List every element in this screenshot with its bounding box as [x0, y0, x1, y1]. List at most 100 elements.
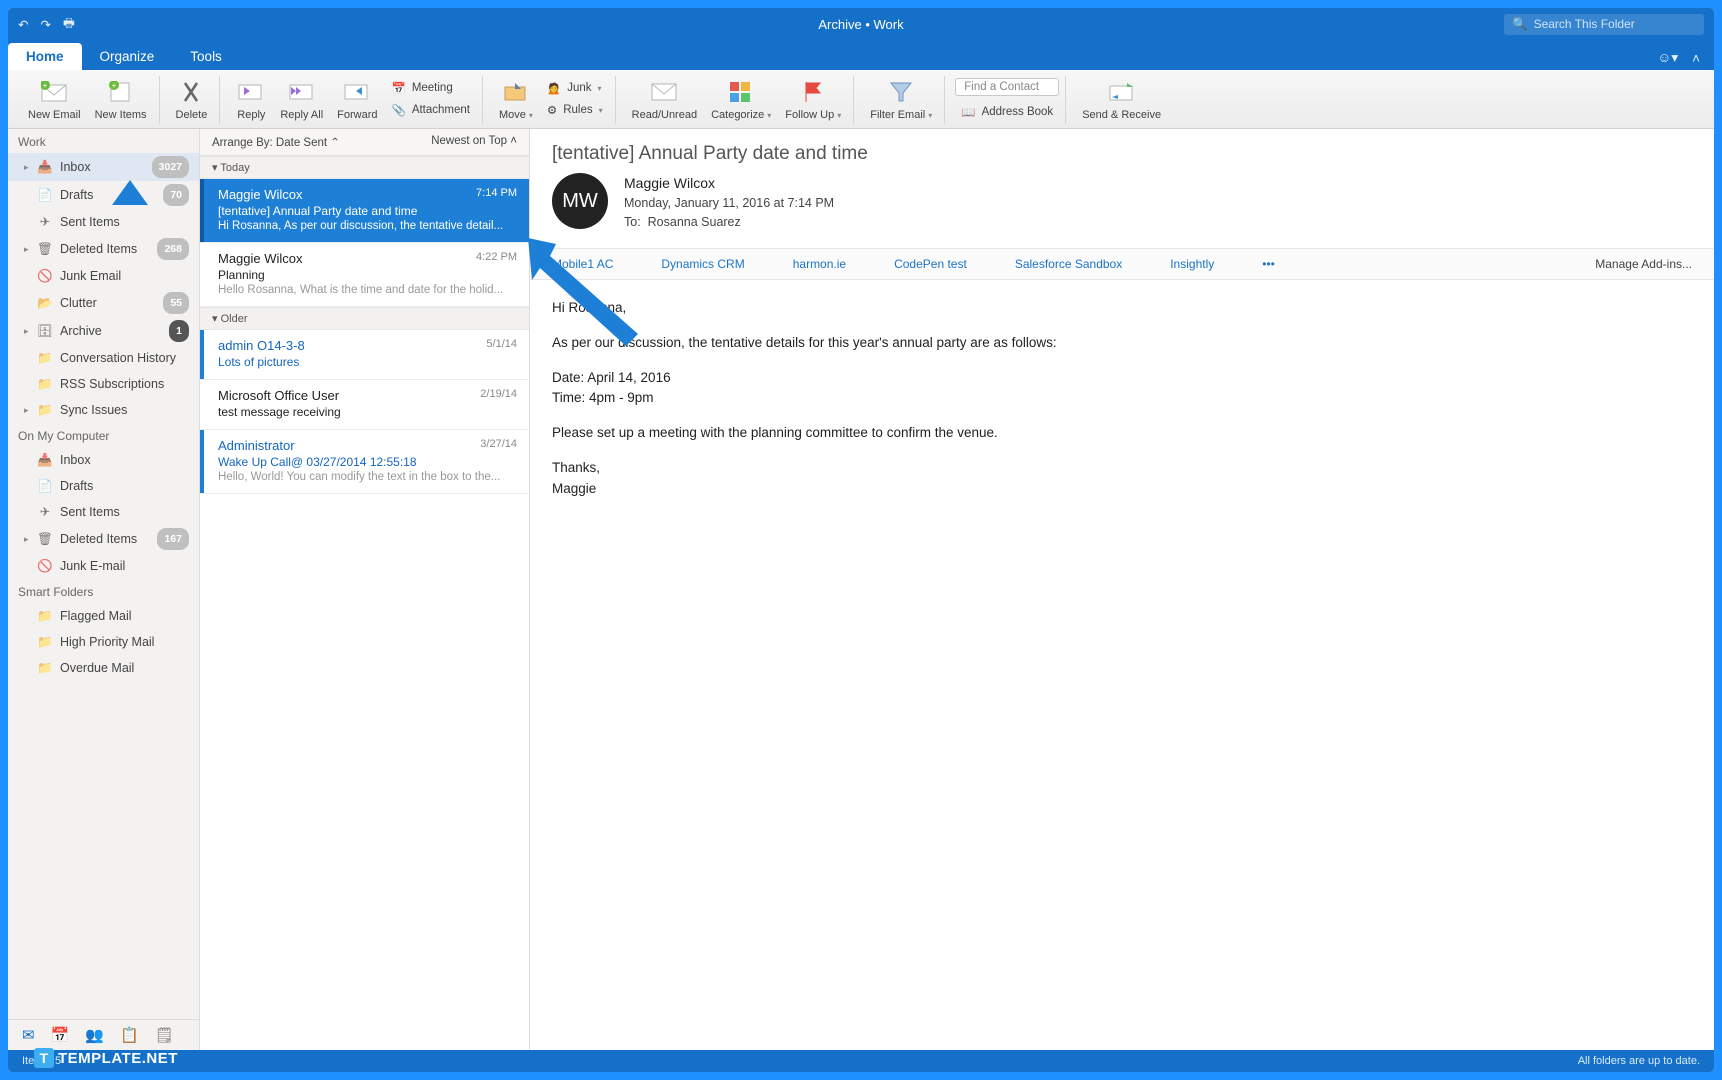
chevron-right-icon[interactable]: ▸ [24, 239, 29, 259]
filter-email-button[interactable]: Filter Email [864, 76, 938, 124]
folder-label: Sent Items [60, 212, 120, 232]
read-unread-button[interactable]: Read/Unread [626, 76, 703, 124]
nav-folder[interactable]: ✈ Sent Items [8, 499, 199, 525]
new-items-button[interactable]: +New Items [89, 76, 153, 124]
message-item[interactable]: Maggie Wilcox4:22 PM Planning Hello Rosa… [200, 243, 529, 307]
nav-folder[interactable]: 📁Flagged Mail [8, 603, 199, 629]
account-header[interactable]: Work [8, 129, 199, 153]
nav-folder[interactable]: 📥 Inbox [8, 447, 199, 473]
on-my-computer-header[interactable]: On My Computer [8, 423, 199, 447]
message-time: 7:14 PM [476, 187, 517, 202]
nav-folder[interactable]: 📁High Priority Mail [8, 629, 199, 655]
address-book-button[interactable]: 📖Address Book [955, 102, 1059, 122]
new-email-button[interactable]: +New Email [22, 76, 87, 124]
manage-addins-link[interactable]: Manage Add-ins... [1595, 257, 1692, 271]
forward-button[interactable]: Forward [331, 76, 383, 124]
nav-folder[interactable]: ▸ 🗑 Deleted Items 268 [8, 235, 199, 263]
message-item[interactable]: Administrator3/27/14 Wake Up Call@ 03/27… [200, 430, 529, 494]
tasks-view-icon[interactable]: 📋 [120, 1026, 139, 1044]
find-contact-input[interactable]: Find a Contact [955, 78, 1059, 96]
addin-link[interactable]: Dynamics CRM [661, 257, 744, 271]
nav-folder[interactable]: 📂 Clutter 55 [8, 289, 199, 317]
folder-label: Conversation History [60, 348, 176, 368]
rules-button[interactable]: ⚙Rules▾ [541, 100, 609, 120]
undo-icon[interactable]: ↶ [18, 17, 28, 32]
folder-label: Deleted Items [60, 239, 137, 259]
list-group-header[interactable]: ▾ Today [200, 156, 529, 179]
search-box[interactable]: 🔍 [1504, 14, 1704, 35]
addin-link[interactable]: harmon.ie [793, 257, 846, 271]
account-icon[interactable]: ☺▾ [1658, 50, 1679, 66]
addin-link[interactable]: ••• [1262, 257, 1275, 271]
meeting-button[interactable]: 📅Meeting [385, 78, 476, 98]
count-badge: 167 [157, 528, 189, 550]
follow-up-button[interactable]: Follow Up [779, 76, 847, 124]
chevron-right-icon[interactable]: ▸ [24, 321, 29, 341]
folder-icon: ✈ [38, 215, 52, 229]
redo-icon[interactable]: ↷ [40, 17, 50, 32]
delete-button[interactable]: Delete [170, 76, 214, 124]
message-preview: Hello, World! You can modify the text in… [218, 471, 517, 483]
folder-label: High Priority Mail [60, 632, 154, 652]
send-receive-button[interactable]: Send & Receive [1076, 76, 1167, 124]
folder-label: Sync Issues [60, 400, 127, 420]
nav-folder[interactable]: ▸ 📁 Sync Issues [8, 397, 199, 423]
print-icon[interactable]: 🖶 [63, 14, 75, 35]
notes-view-icon[interactable]: 🗒 [155, 1026, 174, 1044]
count-badge: 70 [163, 184, 189, 206]
nav-folder[interactable]: ▸ 🗑 Deleted Items 167 [8, 525, 199, 553]
nav-folder[interactable]: ▸ 📥 Inbox 3027 [8, 153, 199, 181]
nav-folder[interactable]: ✈ Sent Items [8, 209, 199, 235]
junk-button[interactable]: 🙍Junk▾ [541, 78, 609, 98]
folder-icon: ✈ [38, 505, 52, 519]
list-group-header[interactable]: ▾ Older [200, 307, 529, 330]
nav-folder[interactable]: 🚫 Junk Email [8, 263, 199, 289]
move-button[interactable]: Move [493, 76, 539, 124]
addin-link[interactable]: Insightly [1170, 257, 1214, 271]
folder-label: Junk E-mail [60, 556, 125, 576]
nav-folder[interactable]: ▸ 🗄 Archive 1 [8, 317, 199, 345]
smart-folders-header[interactable]: Smart Folders [8, 579, 199, 603]
search-input[interactable] [1534, 17, 1696, 31]
calendar-view-icon[interactable]: 📅 [51, 1026, 70, 1044]
chevron-right-icon[interactable]: ▸ [24, 400, 29, 420]
categorize-button[interactable]: Categorize [705, 76, 777, 124]
nav-folder[interactable]: 🚫 Junk E-mail [8, 553, 199, 579]
chevron-right-icon[interactable]: ▸ [24, 157, 29, 177]
folder-icon: 🗑 [38, 532, 52, 546]
nav-folder[interactable]: 📁 Conversation History [8, 345, 199, 371]
chevron-right-icon[interactable]: ▸ [24, 529, 29, 549]
sender-name: Maggie Wilcox [624, 173, 834, 194]
address-book-icon: 📖 [961, 105, 975, 119]
addin-link[interactable]: Mobile1 AC [552, 257, 613, 271]
message-time: 5/1/14 [486, 338, 517, 353]
message-item[interactable]: admin O14-3-85/1/14 Lots of pictures [200, 330, 529, 380]
mail-view-icon[interactable]: ✉ [22, 1026, 35, 1044]
folder-icon: 🗄 [38, 324, 52, 338]
folder-label: Flagged Mail [60, 606, 132, 626]
attachment-button[interactable]: 📎Attachment [385, 100, 476, 120]
message-item[interactable]: Microsoft Office User2/19/14 test messag… [200, 380, 529, 430]
collapse-ribbon-icon[interactable]: ˄ [1692, 51, 1700, 66]
folder-label: Junk Email [60, 266, 121, 286]
sort-order-button[interactable]: Newest on Top ˄ [431, 135, 517, 149]
status-bar: Items: 5 All folders are up to date. [8, 1050, 1714, 1072]
tab-tools[interactable]: Tools [172, 43, 240, 70]
people-view-icon[interactable]: 👥 [85, 1026, 104, 1044]
tab-organize[interactable]: Organize [82, 43, 173, 70]
message-preview: Hi Rosanna, As per our discussion, the t… [218, 220, 517, 232]
reply-all-button[interactable]: Reply All [274, 76, 329, 124]
addin-link[interactable]: Salesforce Sandbox [1015, 257, 1122, 271]
tab-home[interactable]: Home [8, 43, 82, 70]
reading-pane: [tentative] Annual Party date and time M… [530, 129, 1714, 1050]
arrange-by-button[interactable]: Arrange By: Date Sent ⌃ [212, 135, 340, 149]
svg-text:+: + [43, 81, 48, 90]
sent-date: Monday, January 11, 2016 at 7:14 PM [624, 194, 834, 213]
nav-folder[interactable]: 📁 RSS Subscriptions [8, 371, 199, 397]
reply-button[interactable]: Reply [230, 76, 272, 124]
nav-folder[interactable]: 📁Overdue Mail [8, 655, 199, 681]
addin-link[interactable]: CodePen test [894, 257, 967, 271]
message-item[interactable]: Maggie Wilcox7:14 PM [tentative] Annual … [200, 179, 529, 243]
nav-folder[interactable]: 📄 Drafts [8, 473, 199, 499]
nav-folder[interactable]: 📄 Drafts 70 [8, 181, 199, 209]
